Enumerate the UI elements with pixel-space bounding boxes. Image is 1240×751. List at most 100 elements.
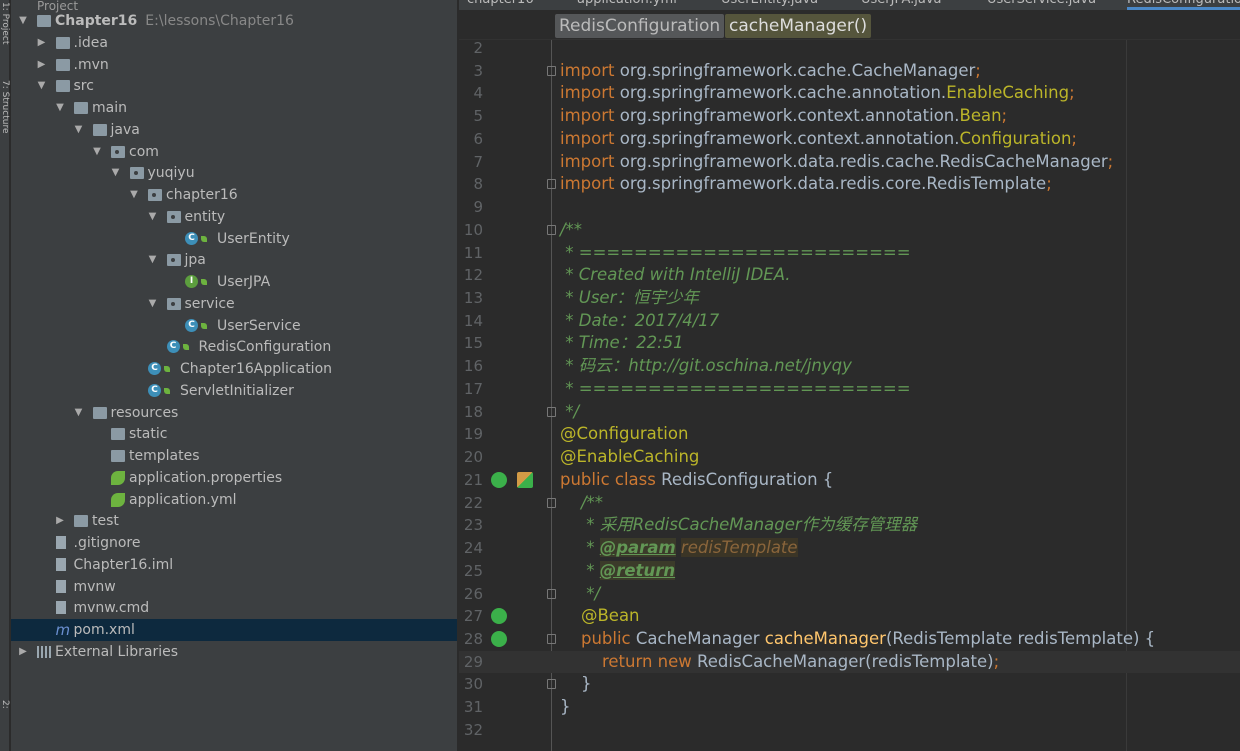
expand-arrow-icon[interactable]: ▼ bbox=[147, 249, 159, 271]
tree-item-name: resources bbox=[110, 404, 179, 421]
editor-tab[interactable]: UserJPA.java bbox=[861, 0, 942, 10]
class-icon: C bbox=[185, 318, 198, 332]
code-token: * 码云：http://git.oschina.net/jnyqy bbox=[560, 356, 852, 376]
favorites-tool-button[interactable]: 2: Favorites bbox=[0, 700, 10, 750]
tree-item[interactable]: I UserJPA bbox=[11, 271, 457, 293]
tree-item[interactable]: C UserEntity bbox=[11, 228, 457, 250]
tree-item[interactable]: C RedisConfiguration bbox=[11, 336, 457, 358]
code-line: 9 bbox=[459, 196, 1240, 219]
tree-item[interactable]: m pom.xml bbox=[11, 619, 457, 641]
tree-item[interactable]: C Chapter16Application bbox=[11, 358, 457, 380]
expand-arrow-icon[interactable]: ▼ bbox=[91, 141, 103, 163]
structure-tool-button[interactable]: 7: Structure bbox=[0, 80, 10, 160]
tree-item[interactable]: ▼ service bbox=[11, 293, 457, 315]
code-token: ; bbox=[1046, 174, 1052, 194]
collapse-arrow-icon[interactable]: ▶ bbox=[54, 510, 66, 532]
line-number: 9 bbox=[473, 198, 483, 217]
spring-leaf-icon bbox=[164, 366, 170, 372]
tree-item[interactable]: templates bbox=[11, 445, 457, 467]
breadcrumb-class[interactable]: RedisConfiguration bbox=[555, 14, 725, 38]
code-token: public bbox=[560, 628, 636, 648]
code-line: 4 import org.springframework.cache.annota… bbox=[459, 82, 1240, 105]
tree-item-name: main bbox=[92, 100, 127, 116]
tree-item-label: main bbox=[92, 97, 127, 119]
tree-item[interactable]: ▶ test bbox=[11, 510, 457, 532]
editor-tab[interactable]: chapter16 bbox=[467, 0, 534, 10]
tree-item[interactable]: ▶ External Libraries bbox=[11, 641, 457, 663]
expand-arrow-icon[interactable]: ▼ bbox=[54, 97, 66, 119]
tree-item[interactable]: ▼ resources bbox=[11, 402, 457, 424]
fold-marker-icon[interactable] bbox=[547, 679, 556, 690]
code-text: @EnableCaching bbox=[560, 446, 699, 469]
tree-item[interactable]: ▼ chapter16 bbox=[11, 184, 457, 206]
expand-arrow-icon[interactable]: ▼ bbox=[73, 402, 85, 424]
fold-marker-icon[interactable] bbox=[547, 224, 556, 235]
module-icon bbox=[37, 15, 51, 27]
expand-arrow-icon[interactable]: ▼ bbox=[147, 206, 159, 228]
tree-item-label: com bbox=[129, 141, 159, 163]
editor-tab[interactable]: UserService.java bbox=[987, 0, 1096, 10]
tree-item[interactable]: application.properties bbox=[11, 467, 457, 489]
fold-marker-icon[interactable] bbox=[547, 497, 556, 508]
code-text: public CacheManager cacheManager(RedisTe… bbox=[560, 628, 1155, 651]
collapse-arrow-icon[interactable]: ▶ bbox=[17, 641, 29, 663]
folder-icon bbox=[55, 80, 70, 93]
code-line: 2 bbox=[459, 37, 1240, 60]
tree-item[interactable]: mvnw bbox=[11, 576, 457, 598]
tree-item[interactable]: ▼ java bbox=[11, 119, 457, 141]
tree-item[interactable]: ▼ src bbox=[11, 75, 457, 97]
tree-item-name: com bbox=[129, 143, 159, 160]
fold-marker-icon[interactable] bbox=[547, 633, 556, 644]
tree-item[interactable]: Chapter16.iml bbox=[11, 554, 457, 576]
code-text: import org.springframework.data.redis.co… bbox=[560, 173, 1052, 196]
line-number: 28 bbox=[463, 629, 483, 648]
line-number: 25 bbox=[463, 561, 483, 580]
tree-item[interactable]: .gitignore bbox=[11, 532, 457, 554]
code-line: 30 } bbox=[459, 673, 1240, 696]
code-token: RedisConfiguration { bbox=[661, 469, 834, 489]
tree-item[interactable]: ▼ Chapter16 E:\lessons\Chapter16 bbox=[11, 10, 457, 32]
tree-item[interactable]: C UserService bbox=[11, 315, 457, 337]
editor-tab[interactable]: application.yml bbox=[577, 0, 677, 10]
expand-arrow-icon[interactable]: ▼ bbox=[147, 293, 159, 315]
tree-item[interactable]: static bbox=[11, 423, 457, 445]
tree-item[interactable]: ▼ entity bbox=[11, 206, 457, 228]
collapse-arrow-icon[interactable]: ▶ bbox=[36, 54, 48, 76]
tree-item[interactable]: ▼ jpa bbox=[11, 249, 457, 271]
expand-arrow-icon[interactable]: ▼ bbox=[36, 75, 48, 97]
expand-arrow-icon[interactable]: ▼ bbox=[17, 10, 29, 32]
line-number: 2 bbox=[473, 39, 483, 57]
code-token: * 采用RedisCacheManager作为缓存管理器 bbox=[560, 515, 918, 535]
fold-marker-icon[interactable] bbox=[547, 65, 556, 76]
editor-tab[interactable]: UserEntity.java bbox=[721, 0, 818, 10]
code-token: return new bbox=[560, 651, 698, 671]
tree-item-path: E:\lessons\Chapter16 bbox=[145, 13, 294, 29]
tree-item[interactable]: C ServletInitializer bbox=[11, 380, 457, 402]
expand-arrow-icon[interactable]: ▼ bbox=[73, 119, 85, 141]
fold-marker-icon[interactable] bbox=[547, 179, 556, 190]
tree-item[interactable]: ▼ main bbox=[11, 97, 457, 119]
fold-marker-icon[interactable] bbox=[547, 406, 556, 417]
tree-item[interactable]: ▼ com bbox=[11, 141, 457, 163]
spring-bean-navigate-icon[interactable] bbox=[491, 608, 507, 625]
tree-item-name: static bbox=[129, 426, 168, 443]
expand-arrow-icon[interactable]: ▼ bbox=[128, 184, 140, 206]
spring-diagram-icon[interactable] bbox=[517, 471, 533, 488]
spring-bean-class-icon[interactable] bbox=[491, 471, 507, 488]
collapse-arrow-icon[interactable]: ▶ bbox=[36, 32, 48, 54]
tree-item[interactable]: ▶ .idea bbox=[11, 32, 457, 54]
tree-item[interactable]: mvnw.cmd bbox=[11, 597, 457, 619]
tree-item-label: External Libraries bbox=[55, 641, 178, 663]
code-text: * User：恒宇少年 bbox=[560, 287, 699, 310]
package-icon bbox=[166, 297, 181, 310]
spring-bean-navigate-icon[interactable] bbox=[491, 630, 507, 647]
spring-config-icon bbox=[111, 492, 125, 507]
tree-item[interactable]: application.yml bbox=[11, 489, 457, 511]
project-tool-button[interactable]: 1: Project bbox=[0, 2, 10, 62]
expand-arrow-icon[interactable]: ▼ bbox=[110, 162, 122, 184]
tree-item[interactable]: ▼ yuqiyu bbox=[11, 162, 457, 184]
editor-tab[interactable]: RedisConfiguration.java bbox=[1127, 0, 1240, 10]
breadcrumb-method[interactable]: cacheManager() bbox=[725, 14, 872, 38]
fold-marker-icon[interactable] bbox=[547, 588, 556, 599]
tree-item[interactable]: ▶ .mvn bbox=[11, 54, 457, 76]
